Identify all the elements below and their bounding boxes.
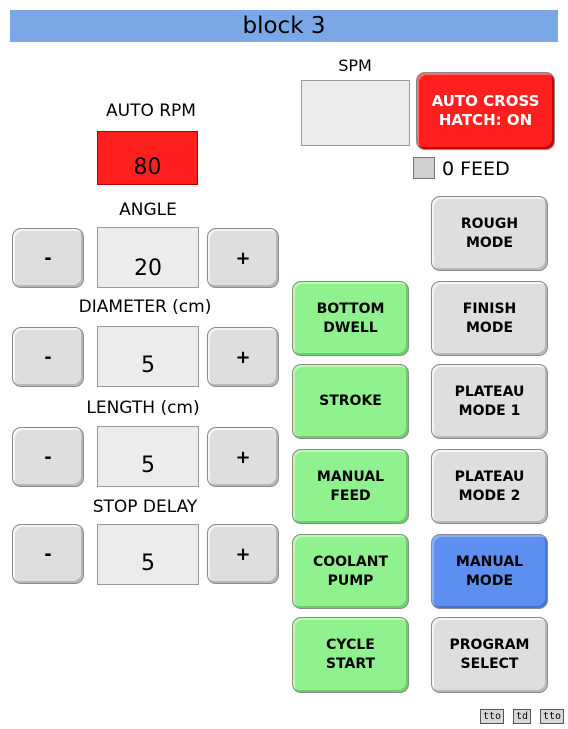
length-increment-button[interactable]: +: [207, 427, 279, 487]
plateau-mode-2-button[interactable]: PLATEAU MODE 2: [431, 449, 548, 524]
cycle-start-button[interactable]: CYCLE START: [292, 617, 409, 693]
footer-button-1[interactable]: tto: [480, 709, 505, 724]
zero-feed-checkbox[interactable]: [413, 157, 435, 179]
auto-rpm-display: 80: [97, 131, 198, 185]
stop-delay-value: 5: [97, 524, 199, 585]
program-select-button[interactable]: PROGRAM SELECT: [431, 617, 548, 693]
spm-label: SPM: [338, 56, 372, 75]
plateau-mode-1-button[interactable]: PLATEAU MODE 1: [431, 364, 548, 439]
bottom-dwell-button[interactable]: BOTTOM DWELL: [292, 281, 409, 356]
length-label: LENGTH (cm): [86, 398, 200, 418]
footer-button-3[interactable]: tto: [540, 709, 565, 724]
finish-mode-button[interactable]: FINISH MODE: [431, 281, 548, 356]
footer-button-2[interactable]: td: [513, 709, 532, 724]
auto-cross-hatch-button[interactable]: AUTO CROSS HATCH: ON: [416, 72, 555, 150]
length-value: 5: [97, 426, 199, 487]
diameter-value: 5: [97, 326, 199, 387]
angle-value: 20: [97, 227, 199, 288]
diameter-decrement-button[interactable]: -: [12, 327, 84, 387]
spm-display: [301, 80, 410, 146]
length-decrement-button[interactable]: -: [12, 427, 84, 487]
stroke-button[interactable]: STROKE: [292, 364, 409, 439]
auto-rpm-label: AUTO RPM: [106, 101, 196, 121]
zero-feed-label: 0 FEED: [442, 158, 510, 180]
coolant-pump-button[interactable]: COOLANT PUMP: [292, 534, 409, 609]
diameter-increment-button[interactable]: +: [207, 327, 279, 387]
diameter-label: DIAMETER (cm): [78, 297, 212, 317]
angle-decrement-button[interactable]: -: [12, 228, 84, 288]
stop-delay-decrement-button[interactable]: -: [12, 524, 84, 584]
stop-delay-label: STOP DELAY: [92, 497, 198, 517]
manual-mode-button[interactable]: MANUAL MODE: [431, 534, 548, 609]
stop-delay-increment-button[interactable]: +: [207, 524, 279, 584]
angle-label: ANGLE: [119, 200, 177, 220]
manual-feed-button[interactable]: MANUAL FEED: [292, 449, 409, 524]
window-title: block 3: [10, 10, 558, 42]
angle-increment-button[interactable]: +: [207, 228, 279, 288]
rough-mode-button[interactable]: ROUGH MODE: [431, 196, 548, 271]
